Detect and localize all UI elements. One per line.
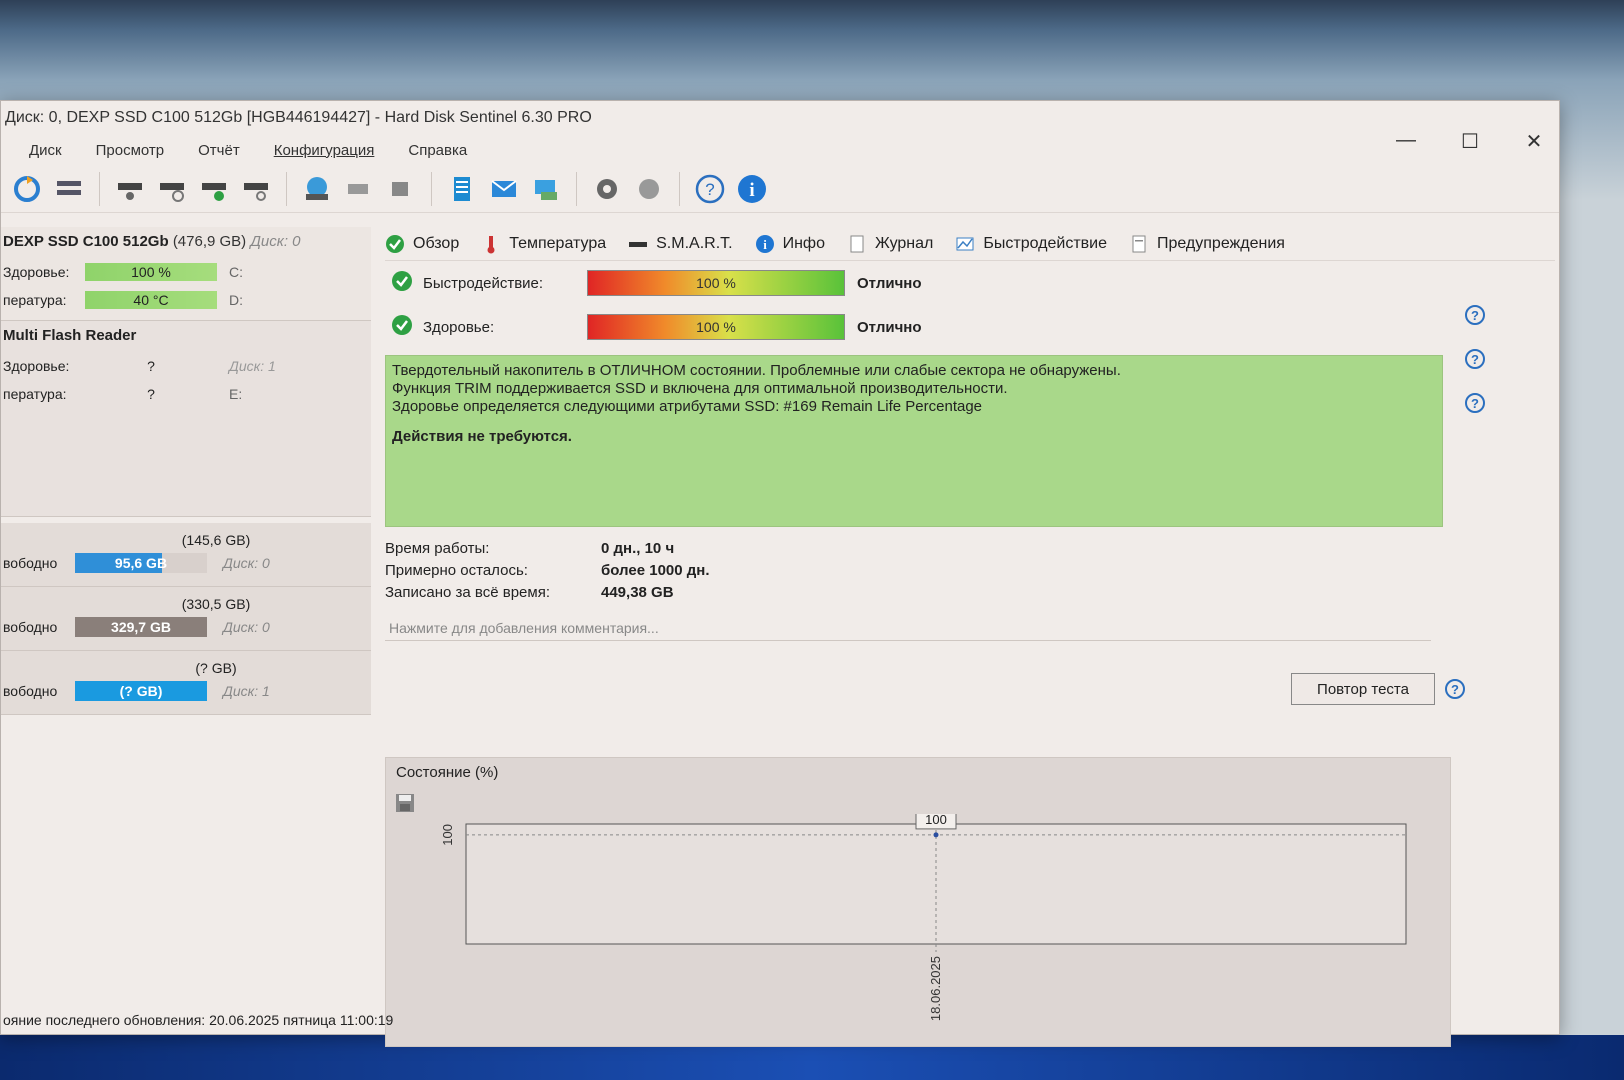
disk-title: Multi Flash Reader — [3, 327, 137, 344]
maximize-icon[interactable]: ☐ — [1455, 129, 1485, 154]
partition-card[interactable]: (145,6 GB) вободно 95,6 GB Диск: 0 — [1, 523, 371, 587]
disk-list-panel: DEXP SSD C100 512Gb (476,9 GB) Диск: 0 З… — [1, 227, 371, 1007]
data-point — [933, 832, 939, 838]
temp-bar: 40 °C — [85, 291, 217, 309]
tab-bar: Обзор Температура S.M.A.R.T. i Инфо Журн… — [385, 227, 1555, 261]
tab-smart[interactable]: S.M.A.R.T. — [628, 234, 733, 254]
globe-icon[interactable] — [299, 171, 335, 207]
comment-field[interactable]: Нажмите для добавления комментария... — [385, 615, 1431, 641]
toolbar-separator — [576, 171, 577, 206]
menu-help[interactable]: Справка — [408, 142, 467, 159]
mail-icon[interactable] — [486, 171, 522, 207]
close-icon[interactable]: ✕ — [1519, 129, 1549, 154]
app-window: Диск: 0, DEXP SSD C100 512Gb [HGB4461944… — [0, 100, 1560, 1047]
performance-status: Отлично — [857, 274, 922, 292]
toolbar-separator — [99, 171, 100, 206]
help-icon[interactable]: ? — [1465, 349, 1485, 369]
disk-card-0[interactable]: DEXP SSD C100 512Gb (476,9 GB) Диск: 0 З… — [1, 227, 371, 321]
thermometer-icon — [481, 234, 501, 254]
save-icon[interactable] — [394, 792, 416, 818]
performance-row: Быстродействие: 100 % Отлично — [385, 261, 1555, 305]
svg-text:i: i — [749, 180, 754, 201]
window-title: Диск: 0, DEXP SSD C100 512Gb [HGB4461944… — [5, 109, 592, 126]
chart-title: Состояние (%) — [396, 764, 499, 781]
disk-health-row: Здоровье: 100 % C: — [3, 263, 243, 281]
status-bar: ояние последнего обновления: 20.06.2025 … — [3, 1012, 394, 1028]
toolbar-separator — [286, 171, 287, 206]
partition-free-bar: 329,7 GB — [75, 617, 207, 637]
stat-written: Записано за всё время: 449,38 GB — [385, 583, 674, 601]
help-icon[interactable]: ? — [1465, 393, 1485, 413]
disk-health-row: Здоровье: ? Диск: 1 — [3, 358, 276, 374]
disk-icon — [628, 234, 648, 254]
refresh-icon[interactable] — [9, 171, 45, 207]
window-controls: — ☐ ✕ — [1391, 129, 1549, 154]
disk-card-1[interactable]: Multi Flash Reader Здоровье: ? Диск: 1 п… — [1, 321, 371, 517]
check-icon — [391, 314, 413, 340]
partition-card[interactable]: (? GB) вободно (? GB) Диск: 1 — [1, 651, 371, 715]
check-icon — [385, 234, 405, 254]
info-icon: i — [755, 234, 775, 254]
disk-search-icon[interactable] — [238, 171, 274, 207]
stats-block: Время работы: 0 дн., 10 ч Примерно остал… — [385, 537, 1555, 603]
y-tick-label: 100 — [440, 824, 455, 846]
menu-bar: Диск Просмотр Отчёт Конфигурация Справка — [1, 135, 1559, 165]
partition-card[interactable]: (330,5 GB) вободно 329,7 GB Диск: 0 — [1, 587, 371, 651]
toolbar-separator — [431, 171, 432, 206]
disk-ok-icon[interactable] — [196, 171, 232, 207]
tab-temperature[interactable]: Температура — [481, 234, 606, 254]
tab-log[interactable]: Журнал — [847, 234, 933, 254]
tab-warnings[interactable]: Предупреждения — [1129, 234, 1285, 254]
svg-text:?: ? — [705, 180, 714, 199]
retest-button[interactable]: Повтор теста — [1291, 673, 1435, 705]
health-meter: 100 % — [587, 314, 845, 340]
tab-overview[interactable]: Обзор — [385, 234, 459, 254]
disk-schedule-icon[interactable] — [154, 171, 190, 207]
toolbar: ? i — [1, 165, 1559, 213]
stat-uptime: Время работы: 0 дн., 10 ч — [385, 539, 675, 557]
status-description: Твердотельный накопитель в ОТЛИЧНОМ сост… — [385, 355, 1443, 527]
disk-temp-row: пература: ? E: — [3, 386, 243, 402]
menu-config[interactable]: Конфигурация — [274, 142, 375, 159]
minimize-icon[interactable]: — — [1391, 129, 1421, 154]
partition-free-bar: (? GB) — [75, 681, 207, 701]
tab-performance[interactable]: Быстродействие — [955, 234, 1107, 254]
tab-info[interactable]: i Инфо — [755, 234, 825, 254]
stat-remaining: Примерно осталось: более 1000 дн. — [385, 561, 710, 579]
disk-title: DEXP SSD C100 512Gb (476,9 GB) Диск: 0 — [3, 233, 301, 250]
svg-text:i: i — [763, 237, 767, 252]
data-label: 100 — [925, 814, 947, 827]
health-row: Здоровье: 100 % Отлично — [385, 305, 1555, 349]
help-icon[interactable]: ? — [1465, 305, 1485, 325]
send-report-icon[interactable] — [528, 171, 564, 207]
info-icon[interactable]: i — [734, 171, 770, 207]
disk-temp-row: пература: 40 °C D: — [3, 291, 243, 309]
export-icon[interactable] — [383, 171, 419, 207]
health-status: Отлично — [857, 318, 922, 336]
health-chart-section: Состояние (%) 100 100 18.06.2025 — [385, 757, 1451, 1047]
chart-icon — [955, 234, 975, 254]
disk-list-icon[interactable] — [51, 171, 87, 207]
title-bar: Диск: 0, DEXP SSD C100 512Gb [HGB4461944… — [1, 101, 1559, 135]
sound-icon[interactable] — [631, 171, 667, 207]
main-panel: Обзор Температура S.M.A.R.T. i Инфо Журн… — [385, 227, 1555, 1047]
check-icon — [391, 270, 413, 296]
toolbar-separator — [679, 171, 680, 206]
report-icon[interactable] — [444, 171, 480, 207]
menu-disk[interactable]: Диск — [29, 142, 62, 159]
network-disk-icon[interactable] — [341, 171, 377, 207]
warning-doc-icon — [1129, 234, 1149, 254]
health-bar: 100 % — [85, 263, 217, 281]
gear-icon[interactable] — [589, 171, 625, 207]
partition-free-bar: 95,6 GB — [75, 553, 207, 573]
help-icon[interactable]: ? — [1445, 679, 1465, 699]
disk-test-icon[interactable] — [112, 171, 148, 207]
performance-meter: 100 % — [587, 270, 845, 296]
document-icon — [847, 234, 867, 254]
menu-report[interactable]: Отчёт — [198, 142, 240, 159]
menu-view[interactable]: Просмотр — [96, 142, 165, 159]
help-icon[interactable]: ? — [692, 171, 728, 207]
